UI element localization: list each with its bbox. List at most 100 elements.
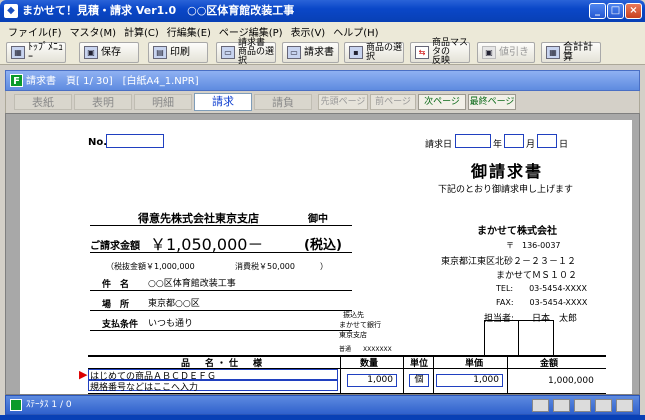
company-postal: 〒 136-0037 — [506, 241, 561, 250]
minimize-button[interactable]: _ — [589, 3, 606, 19]
year-field[interactable] — [455, 134, 491, 148]
first-page-button[interactable]: 先頭ページ — [318, 94, 368, 110]
tax-breakdown-tax: 消費税￥50,000 — [235, 262, 295, 271]
document-caption: 請求書 頁[ 1/ 30] [白紙A4_1.NPR] — [26, 76, 199, 87]
document-form-icon: F — [10, 74, 23, 87]
day-field[interactable] — [537, 134, 557, 148]
grid-icon: ▦ — [11, 46, 25, 59]
total-calc-label: 合計計算 — [563, 41, 593, 63]
window-title: まかせて！見積・請求 Ver1.0 ○○区体育館改装工事 — [22, 4, 295, 17]
save-label: 保存 — [101, 46, 121, 58]
subject-value: ○○区体育館改装工事 — [148, 279, 236, 289]
app-icon: ◆ — [4, 4, 18, 18]
invoice-product-select-line2: 商品の選択 — [238, 47, 275, 66]
subject-label: 件 名 — [102, 280, 130, 290]
amount-underline — [90, 252, 352, 253]
maximize-button[interactable]: □ — [607, 3, 624, 19]
tab-details[interactable]: 明細 — [134, 94, 192, 110]
subject-underline — [90, 290, 352, 291]
next-page-button[interactable]: 次ページ — [418, 94, 466, 110]
bank-branch: 東京支店 — [339, 331, 367, 339]
seal-box-1 — [484, 320, 519, 356]
row1-unit[interactable]: 個 — [409, 374, 429, 387]
customer-underline — [90, 225, 352, 226]
status-button-2[interactable] — [553, 399, 570, 412]
payment-label: 支払条件 — [102, 320, 139, 330]
month-field[interactable] — [504, 134, 524, 148]
menu-line-edit[interactable]: 行編集(E) — [163, 24, 215, 39]
status-button-5[interactable] — [616, 399, 633, 412]
invoice-icon: ▭ — [287, 46, 301, 59]
col-divider-2 — [403, 355, 404, 394]
tab-invoice[interactable]: 請求 — [194, 93, 252, 111]
company-fax: FAX: 03-5454-XXXX — [496, 298, 588, 307]
no-field[interactable] — [106, 134, 164, 148]
last-page-button[interactable]: 最終ページ — [468, 94, 516, 110]
menu-page-edit[interactable]: ページ編集(P) — [215, 24, 287, 39]
calculator-icon: ▦ — [546, 46, 560, 59]
print-button[interactable]: ▤ 印刷 — [148, 42, 208, 63]
status-button-3[interactable] — [574, 399, 591, 412]
invoice-product-select-button[interactable]: ▭ 請求書 商品の選択 — [216, 39, 276, 66]
day-label: 日 — [559, 140, 569, 150]
row1-price[interactable]: 1,000 — [436, 374, 503, 387]
tab-contract[interactable]: 請負 — [254, 94, 312, 110]
no-label: No. — [88, 137, 108, 148]
discount-label: 値引き — [499, 46, 529, 58]
row1-qty[interactable]: 1,000 — [347, 374, 397, 387]
discount-button[interactable]: ▣ 値引き — [477, 42, 535, 63]
product-icon: ▪ — [349, 46, 363, 59]
tax-breakdown-close: ） — [320, 262, 328, 271]
table-top-rule — [88, 355, 606, 357]
col-divider-4 — [507, 355, 508, 394]
year-label: 年 — [493, 140, 503, 150]
menu-file[interactable]: ファイル(F) — [4, 24, 66, 39]
window-bottom-border — [0, 415, 645, 420]
row1-spec: 規格番号などはここへ入力 — [90, 383, 199, 393]
document-subtitle: 下記のとおり御請求申し上げます — [438, 185, 574, 195]
invoice-label: 請求書 — [304, 46, 334, 58]
seal-box-2 — [518, 320, 554, 356]
menu-calc[interactable]: 計算(C) — [120, 24, 163, 39]
document-title: 御請求書 — [471, 162, 544, 181]
product-select-button[interactable]: ▪ 商品の選択 — [344, 42, 404, 63]
discount-icon: ▣ — [482, 46, 496, 59]
customer-name: 得意先株式会社東京支店 — [138, 212, 259, 225]
toolbar: ▦ ﾄｯﾌﾟﾒﾆｭｰ ▣ 保存 ▤ 印刷 ▭ 請求書 商品の選択 ▭ 請求書 ▪… — [0, 39, 645, 66]
bank-name: まかせて銀行 — [339, 321, 381, 329]
status-icon — [10, 399, 22, 411]
tab-row: 表紙 表明 明細 請求 請負 先頭ページ 前ページ 次ページ 最終ページ — [5, 91, 640, 113]
row1-bottom-rule — [88, 393, 606, 394]
close-button[interactable]: × — [625, 3, 642, 19]
document-icon: ▭ — [221, 46, 235, 59]
month-label: 月 — [526, 140, 536, 150]
document-canvas[interactable]: No. 請求日 年 月 日 御請求書 下記のとおり御請求申し上げます 得意先株式… — [5, 113, 640, 395]
tax-breakdown-open: （税抜金額￥1,000,000 — [106, 262, 195, 271]
top-menu-label: ﾄｯﾌﾟﾒﾆｭｰ — [28, 41, 63, 63]
floppy-icon: ▣ — [84, 46, 98, 59]
save-button[interactable]: ▣ 保存 — [79, 42, 139, 63]
menu-help[interactable]: ヘルプ(H) — [329, 24, 382, 39]
invoice-date-label: 請求日 — [425, 140, 453, 150]
menu-view[interactable]: 表示(V) — [287, 24, 330, 39]
master-reflect-button[interactable]: ⇆ 商品マスタの 反映 — [410, 39, 470, 66]
invoice-button[interactable]: ▭ 請求書 — [282, 42, 339, 63]
status-button-4[interactable] — [595, 399, 612, 412]
arrows-icon: ⇆ — [415, 46, 429, 59]
invoice-paper: No. 請求日 年 月 日 御請求書 下記のとおり御請求申し上げます 得意先株式… — [20, 120, 632, 394]
onchu-label: 御中 — [308, 214, 328, 225]
product-select-label: 商品の選択 — [366, 42, 403, 62]
tab-statement[interactable]: 表明 — [74, 94, 132, 110]
tax-included-label: (税込) — [304, 238, 342, 253]
current-row-marker-icon: ▶ — [79, 368, 88, 381]
menu-master[interactable]: マスタ(M) — [66, 24, 120, 39]
bank-account: 普通 XXXXXXX — [339, 346, 392, 353]
status-button-1[interactable] — [532, 399, 549, 412]
master-reflect-line2: 反映 — [432, 56, 451, 66]
total-calc-button[interactable]: ▦ 合計計算 — [541, 42, 601, 63]
tab-cover[interactable]: 表紙 — [14, 94, 72, 110]
prev-page-button[interactable]: 前ページ — [370, 94, 416, 110]
top-menu-button[interactable]: ▦ ﾄｯﾌﾟﾒﾆｭｰ — [6, 42, 66, 63]
payment-underline — [90, 330, 352, 331]
bank-label: 振込先 — [343, 311, 364, 319]
